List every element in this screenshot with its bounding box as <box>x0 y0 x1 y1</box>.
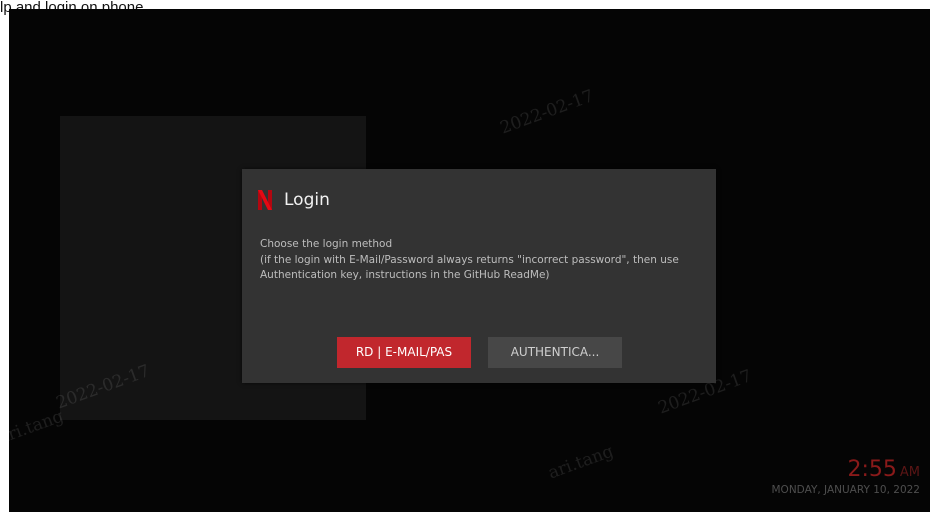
email-password-login-button[interactable]: RD | E-MAIL/PAS <box>337 337 471 368</box>
login-dialog: Login Choose the login method (if the lo… <box>242 169 716 383</box>
watermark-user: ari.tang <box>545 441 617 484</box>
watermark-user: ari.tang <box>9 406 67 449</box>
tv-screen: 2022-02-17 ari.tang 2022-02-17 ari.tang … <box>9 9 930 512</box>
clock-ampm: AM <box>899 465 920 480</box>
dialog-header: Login <box>258 187 330 213</box>
dialog-title: Login <box>284 190 330 210</box>
clock-time: 2:55 <box>847 457 897 482</box>
authentication-key-login-label: AUTHENTICA... <box>510 345 600 359</box>
email-password-login-label: RD | E-MAIL/PAS <box>355 345 453 359</box>
authentication-key-login-button[interactable]: AUTHENTICA... <box>488 337 622 368</box>
clock-widget: 2:55 AM MONDAY, JANUARY 10, 2022 <box>772 458 921 497</box>
clock-date: MONDAY, JANUARY 10, 2022 <box>771 484 921 496</box>
dialog-message: Choose the login method (if the login wi… <box>260 238 679 281</box>
netflix-logo-icon <box>258 190 272 210</box>
watermark-date: 2022-02-17 <box>497 86 597 139</box>
